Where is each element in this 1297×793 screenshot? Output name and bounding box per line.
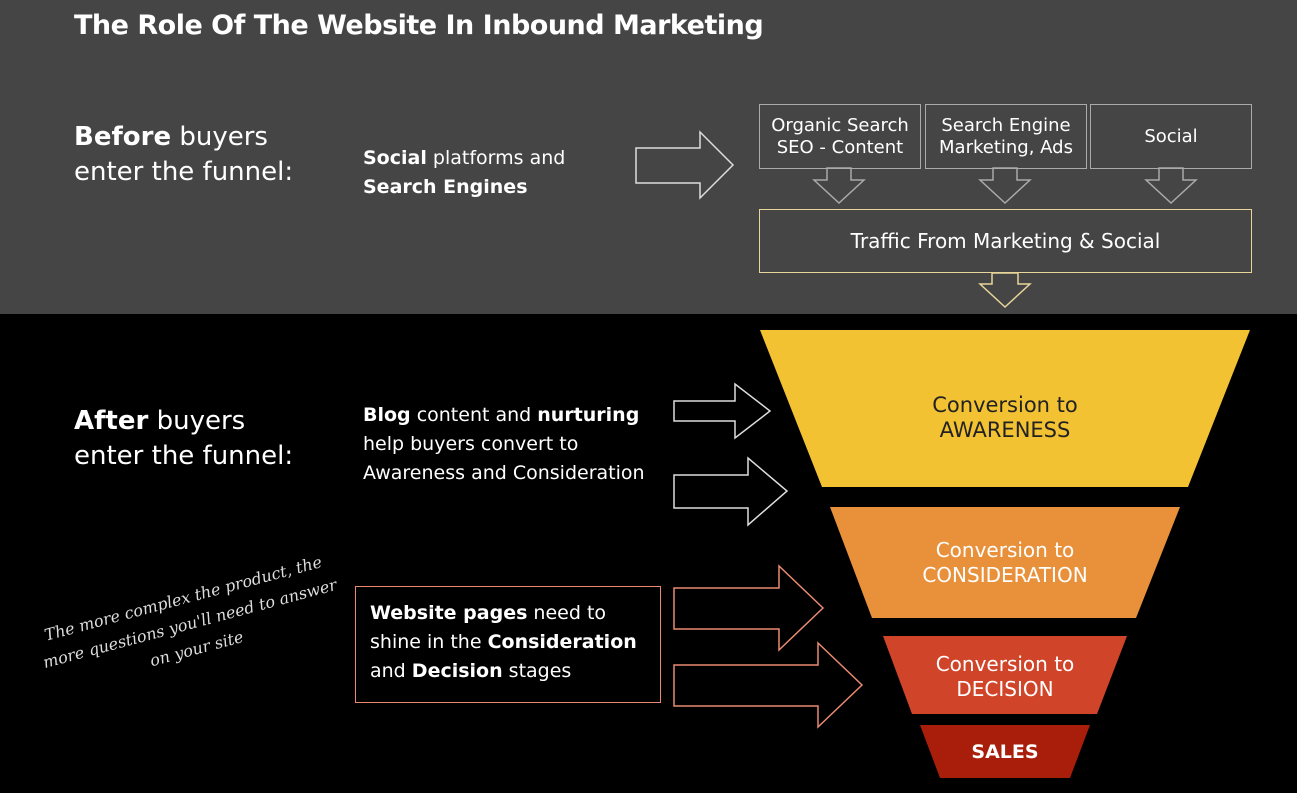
arrow-right-icon (673, 456, 789, 527)
after-description: Blog content and nurturing help buyers c… (363, 401, 645, 488)
after-line2: enter the funnel: (74, 441, 294, 471)
arrow-down-icon (1144, 167, 1198, 205)
text: help buyers convert to (363, 433, 579, 455)
source-sem: Search Engine Marketing, Ads (925, 104, 1087, 169)
arrow-right-icon (673, 382, 772, 440)
traffic-box: Traffic From Marketing & Social (759, 209, 1252, 273)
label: CONSIDERATION (922, 562, 1088, 587)
before-bold: Before (74, 122, 172, 152)
arrow-down-icon (978, 272, 1032, 309)
before-rest: buyers (171, 122, 268, 152)
bold-decision: Decision (411, 660, 503, 682)
text: stages (502, 660, 572, 682)
label: Conversion to (935, 651, 1075, 676)
funnel-label-awareness: Conversion to AWARENESS (822, 385, 1188, 450)
arrow-right-icon (673, 564, 825, 652)
after-rest: buyers (148, 406, 246, 436)
label: AWARENESS (939, 417, 1071, 442)
before-description: Social platforms and Search Engines (363, 144, 565, 202)
bold-nurturing: nurturing (537, 404, 640, 426)
label: Conversion to (932, 392, 1078, 417)
bold-blog: Blog (363, 404, 411, 426)
after-heading: After buyers enter the funnel: (74, 404, 293, 474)
arrow-down-icon (812, 167, 866, 205)
arrow-right-icon (635, 130, 735, 200)
before-line2: enter the funnel: (74, 157, 294, 187)
arrow-right-icon (673, 641, 864, 729)
text: and (370, 660, 412, 682)
bold-search-engines: Search Engines (363, 176, 528, 198)
label: Conversion to (935, 537, 1075, 562)
text: platforms and (426, 147, 566, 169)
text: content and (410, 404, 538, 426)
source-social: Social (1090, 104, 1252, 169)
text: shine in the (370, 631, 488, 653)
bold-social: Social (363, 147, 427, 169)
after-bold: After (74, 406, 149, 436)
funnel-label-sales: SALES (971, 740, 1039, 763)
arrow-down-icon (978, 167, 1032, 205)
diagram: The Role Of The Website In Inbound Marke… (0, 0, 1297, 793)
text: Awareness and Consideration (363, 462, 645, 484)
bold-website-pages: Website pages (370, 602, 528, 624)
text: need to (527, 602, 607, 624)
bold-consideration: Consideration (487, 631, 637, 653)
funnel-label-decision: Conversion to DECISION (900, 649, 1110, 704)
page-title: The Role Of The Website In Inbound Marke… (74, 10, 764, 41)
source-organic-search: Organic Search SEO - Content (759, 104, 921, 169)
funnel-label-consideration: Conversion to CONSIDERATION (860, 535, 1150, 590)
before-heading: Before buyers enter the funnel: (74, 120, 293, 190)
website-description-box: Website pages need to shine in the Consi… (355, 586, 661, 703)
label: DECISION (956, 676, 1054, 701)
